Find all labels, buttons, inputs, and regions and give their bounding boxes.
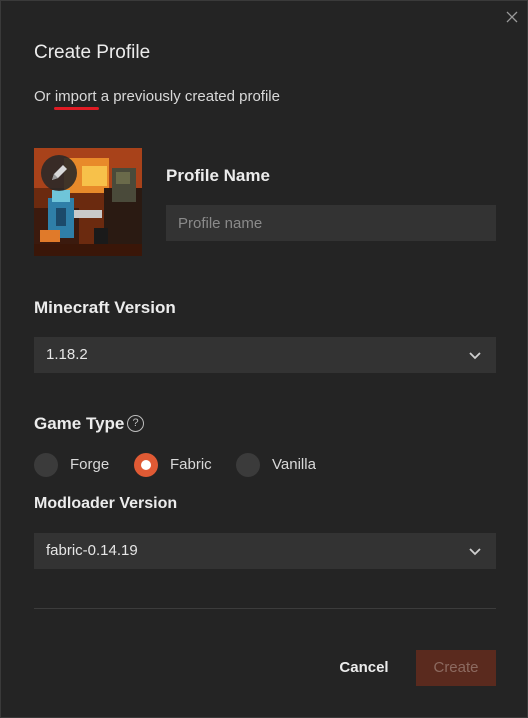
game-type-label: Game Type bbox=[34, 414, 125, 433]
minecraft-version-value: 1.18.2 bbox=[46, 346, 88, 363]
profile-name-label: Profile Name bbox=[166, 166, 270, 185]
import-link[interactable]: import bbox=[53, 88, 99, 110]
chevron-down-icon bbox=[468, 545, 482, 557]
import-prefix: Or bbox=[34, 88, 51, 105]
radio-forge-label[interactable]: Forge bbox=[70, 456, 109, 473]
cancel-button[interactable]: Cancel bbox=[332, 650, 396, 686]
radio-fabric[interactable] bbox=[134, 453, 158, 477]
chevron-down-icon bbox=[468, 349, 482, 361]
help-icon[interactable]: ? bbox=[127, 415, 144, 432]
close-icon[interactable] bbox=[504, 9, 520, 25]
create-profile-dialog: Create Profile Or import a previously cr… bbox=[0, 0, 528, 718]
radio-forge[interactable] bbox=[34, 453, 58, 477]
create-button[interactable]: Create bbox=[416, 650, 496, 686]
radio-vanilla-label[interactable]: Vanilla bbox=[272, 456, 316, 473]
modloader-version-label: Modloader Version bbox=[34, 495, 178, 512]
profile-icon-picker[interactable] bbox=[34, 148, 142, 256]
profile-name-input[interactable] bbox=[166, 205, 496, 241]
footer-divider bbox=[34, 608, 496, 609]
modloader-version-value: fabric-0.14.19 bbox=[46, 542, 138, 559]
import-line: Or import a previously created profile bbox=[34, 88, 280, 110]
dialog-title: Create Profile bbox=[34, 42, 151, 63]
radio-fabric-label[interactable]: Fabric bbox=[170, 456, 212, 473]
modloader-version-select[interactable]: fabric-0.14.19 bbox=[34, 533, 496, 569]
pencil-icon[interactable] bbox=[41, 155, 77, 191]
minecraft-version-select[interactable]: 1.18.2 bbox=[34, 337, 496, 373]
minecraft-version-label: Minecraft Version bbox=[34, 298, 176, 317]
import-suffix: a previously created profile bbox=[100, 88, 280, 105]
radio-vanilla[interactable] bbox=[236, 453, 260, 477]
